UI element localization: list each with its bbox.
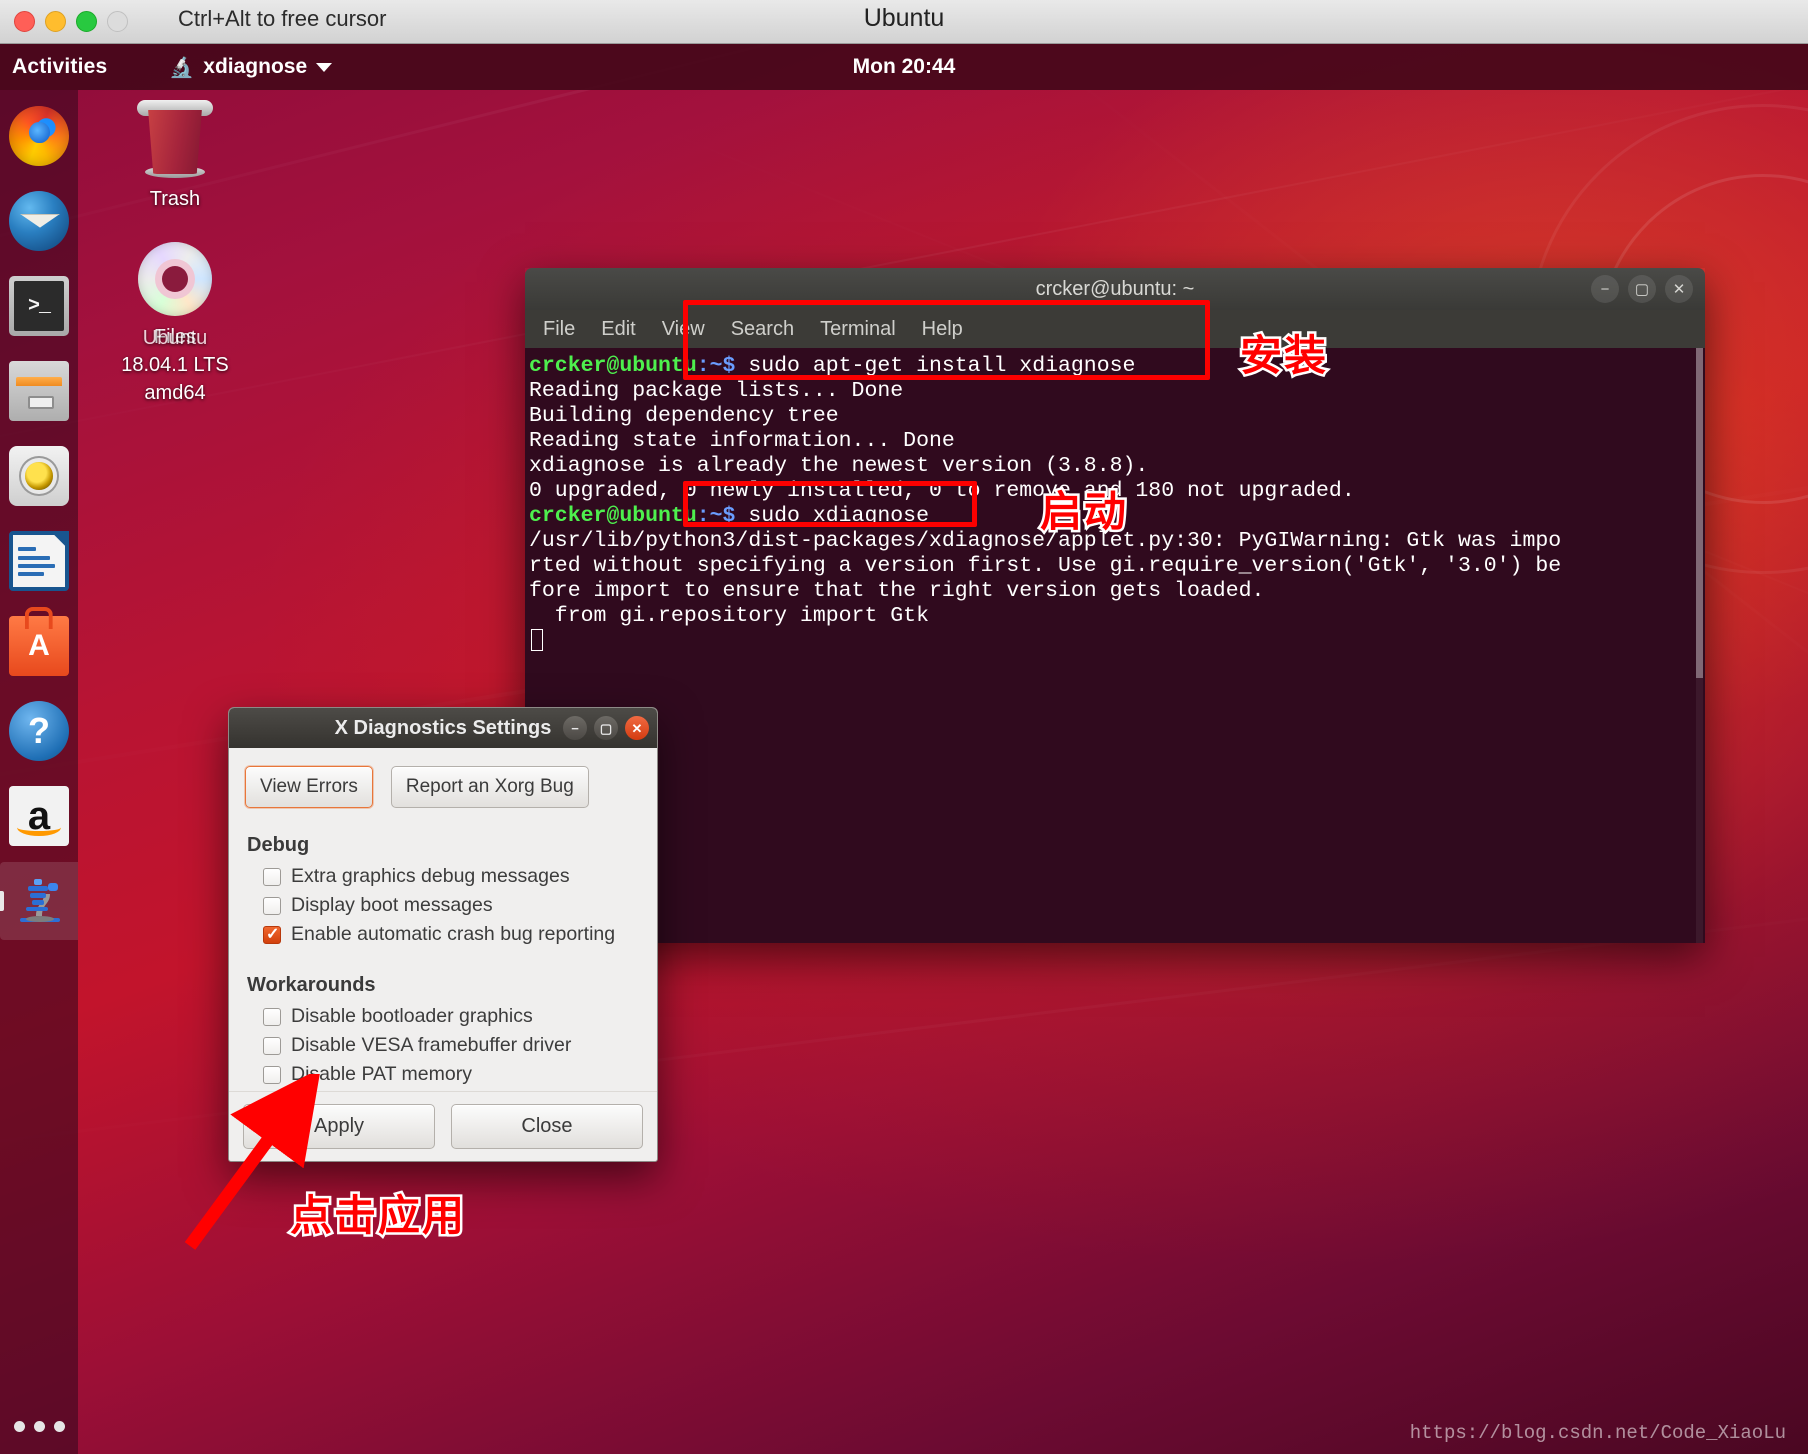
launcher-item-firefox[interactable] bbox=[0, 97, 78, 175]
close-icon[interactable]: ✕ bbox=[625, 716, 649, 740]
launcher-item-terminal[interactable]: >_ bbox=[0, 267, 78, 345]
launcher-item-files[interactable] bbox=[0, 352, 78, 430]
launcher-item-rhythmbox[interactable] bbox=[0, 437, 78, 515]
dialog-window-controls: − ▢ ✕ bbox=[563, 716, 649, 740]
minimize-icon[interactable]: − bbox=[1591, 275, 1619, 303]
desktop-icon-label: Trash bbox=[149, 188, 201, 210]
text-cursor bbox=[531, 629, 543, 651]
terminal-line: Building dependency tree bbox=[529, 404, 839, 428]
files-icon bbox=[9, 361, 69, 421]
checkbox-row-disable-vesa-framebuffer[interactable]: Disable VESA framebuffer driver bbox=[263, 1034, 641, 1057]
launcher-item-xdiagnose[interactable] bbox=[0, 862, 78, 940]
desktop-icon-ubuntu-iso[interactable]: Files Ubuntu 18.04.1 LTS amd64 bbox=[105, 242, 245, 404]
dialog-action-buttons: View Errors Report an Xorg Bug bbox=[245, 766, 641, 808]
report-xorg-bug-button[interactable]: Report an Xorg Bug bbox=[390, 766, 589, 808]
annotation-text-apply: 点击应用 bbox=[287, 1190, 467, 1242]
terminal-scrollbar[interactable] bbox=[1696, 348, 1703, 943]
checkbox-row-disable-bootloader-graphics[interactable]: Disable bootloader graphics bbox=[263, 1005, 641, 1028]
unity-launcher: >_ A ? a bbox=[0, 90, 78, 1454]
terminal-output[interactable]: crcker@ubuntu:~$ sudo apt-get install xd… bbox=[525, 348, 1705, 943]
terminal-line: rted without specifying a version first.… bbox=[529, 554, 1562, 578]
cd-disc-icon bbox=[138, 242, 212, 316]
terminal-line: xdiagnose is already the newest version … bbox=[529, 454, 1149, 478]
view-errors-button[interactable]: View Errors bbox=[245, 766, 373, 808]
launcher-item-amazon[interactable]: a bbox=[0, 777, 78, 855]
terminal-line: from gi.repository import Gtk bbox=[529, 604, 929, 628]
checkbox-row-enable-crash-reporting[interactable]: Enable automatic crash bug reporting bbox=[263, 923, 641, 946]
checkbox-label: Disable bootloader graphics bbox=[291, 1005, 533, 1027]
thunderbird-icon bbox=[9, 191, 69, 251]
desktop-icon-trash[interactable]: Trash bbox=[105, 100, 245, 211]
amazon-icon: a bbox=[9, 786, 69, 846]
terminal-icon: >_ bbox=[9, 276, 69, 336]
terminal-line: Reading package lists... Done bbox=[529, 379, 904, 403]
menu-file[interactable]: File bbox=[543, 318, 575, 341]
terminal-window-controls: − ▢ ✕ bbox=[1591, 275, 1693, 303]
terminal-line: Reading state information... Done bbox=[529, 429, 955, 453]
libreoffice-writer-icon bbox=[9, 531, 69, 591]
show-applications-button[interactable] bbox=[14, 1421, 65, 1432]
launcher-item-thunderbird[interactable] bbox=[0, 182, 78, 260]
annotation-box-launch-command bbox=[683, 481, 977, 527]
section-heading-workarounds: Workarounds bbox=[247, 974, 376, 996]
rhythmbox-icon bbox=[9, 446, 69, 506]
section-heading-debug: Debug bbox=[247, 834, 310, 856]
checkbox-label: Display boot messages bbox=[291, 894, 493, 916]
ubuntu-desktop: Activities 🔬 xdiagnose Mon 20:44 >_ A ? … bbox=[0, 44, 1808, 1454]
launcher-item-libreoffice-writer[interactable] bbox=[0, 522, 78, 600]
close-icon[interactable]: ✕ bbox=[1665, 275, 1693, 303]
desktop-icon-label-ubuntu: Ubuntu bbox=[142, 327, 208, 349]
checkbox-label: Enable automatic crash bug reporting bbox=[291, 923, 616, 945]
terminal-user-host: crcker@ubuntu bbox=[529, 504, 697, 528]
desktop-icon-label-version: 18.04.1 LTS bbox=[121, 354, 229, 376]
desktop-icon-label-arch: amd64 bbox=[144, 382, 206, 404]
checkbox-icon[interactable] bbox=[263, 896, 281, 915]
annotation-text-install: 安装 bbox=[1237, 330, 1329, 382]
checkbox-icon-checked[interactable] bbox=[263, 924, 281, 944]
vm-window-titlebar: Ctrl+Alt to free cursor Ubuntu bbox=[0, 0, 1808, 44]
cd-hole bbox=[162, 266, 188, 292]
watermark-url: https://blog.csdn.net/Code_XiaoLu bbox=[1409, 1422, 1786, 1444]
annotation-box-install-command bbox=[683, 300, 1210, 380]
checkbox-row-extra-graphics-debug[interactable]: Extra graphics debug messages bbox=[263, 865, 641, 888]
terminal-title-text: crcker@ubuntu: ~ bbox=[1035, 277, 1195, 300]
microscope-icon bbox=[9, 871, 69, 931]
checkbox-label: Extra graphics debug messages bbox=[291, 865, 570, 887]
desktop-icon-label: Files Ubuntu 18.04.1 LTS amd64 bbox=[105, 326, 245, 404]
terminal-cursor-line bbox=[525, 629, 1705, 655]
dialog-titlebar: X Diagnostics Settings − ▢ ✕ bbox=[229, 708, 657, 748]
checkbox-label: Disable VESA framebuffer driver bbox=[291, 1034, 572, 1056]
checkbox-icon[interactable] bbox=[263, 1036, 281, 1055]
checkbox-row-display-boot-messages[interactable]: Display boot messages bbox=[263, 894, 641, 917]
gnome-top-bar: Activities 🔬 xdiagnose Mon 20:44 bbox=[0, 44, 1808, 90]
minimize-icon[interactable]: − bbox=[563, 716, 587, 740]
terminal-prompt-glyph: >_ bbox=[14, 281, 64, 331]
terminal-line: fore import to ensure that the right ver… bbox=[529, 579, 1265, 603]
trash-icon bbox=[148, 110, 202, 174]
checkbox-icon[interactable] bbox=[263, 1007, 281, 1026]
firefox-icon bbox=[9, 106, 69, 166]
dialog-body: View Errors Report an Xorg Bug Debug Ext… bbox=[229, 748, 657, 1086]
dialog-title-text: X Diagnostics Settings bbox=[334, 716, 552, 739]
terminal-user-host: crcker@ubuntu bbox=[529, 354, 697, 378]
close-button[interactable]: Close bbox=[451, 1104, 643, 1149]
ubuntu-software-icon: A bbox=[9, 616, 69, 676]
launcher-item-help[interactable]: ? bbox=[0, 692, 78, 770]
launcher-item-ubuntu-software[interactable]: A bbox=[0, 607, 78, 685]
menu-edit[interactable]: Edit bbox=[601, 318, 635, 341]
clock[interactable]: Mon 20:44 bbox=[0, 55, 1808, 79]
vm-window-title: Ubuntu bbox=[863, 4, 945, 32]
help-icon: ? bbox=[9, 701, 69, 761]
maximize-icon[interactable]: ▢ bbox=[594, 716, 618, 740]
annotation-text-launch: 启动 bbox=[1037, 486, 1129, 538]
checkbox-icon[interactable] bbox=[263, 867, 281, 886]
maximize-icon[interactable]: ▢ bbox=[1628, 275, 1656, 303]
